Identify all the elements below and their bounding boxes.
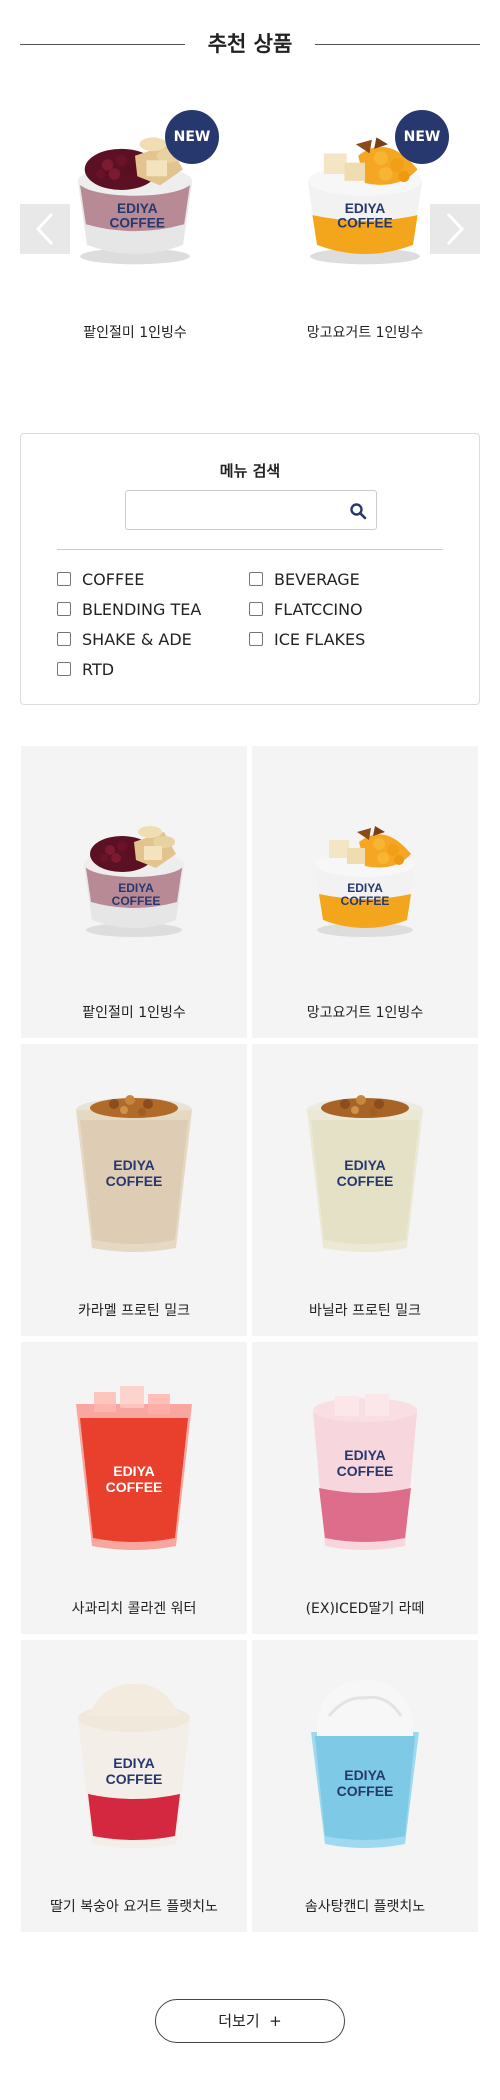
category-checkbox-blending-tea[interactable]: BLENDING TEA [57,599,201,619]
category-label: SHAKE & ADE [82,629,192,649]
category-label: FLATCCINO [274,599,363,619]
category-checkbox-rtd[interactable]: RTD [57,659,114,679]
search-input[interactable] [134,500,334,522]
category-label: BLENDING TEA [82,599,202,619]
chevron-right-icon [446,212,465,246]
category-checkbox-beverage[interactable]: BEVERAGE [249,569,360,589]
category-label: BEVERAGE [274,569,360,589]
more-button[interactable]: 더보기 + [155,1999,345,2043]
product-name: 망고요거트 1인빙수 [306,1005,424,1021]
category-label: RTD [82,659,115,679]
recommended-item[interactable]: NEW [285,110,449,270]
product-card[interactable]: (EX)ICED딸기 라떼 [252,1342,478,1634]
new-badge: NEW [395,110,449,164]
category-label: ICE FLAKES [274,629,366,649]
checkbox[interactable] [57,602,71,616]
category-checkbox-ice-flakes[interactable]: ICE FLAKES [249,629,365,649]
protein-milk-caramel-icon [64,1080,204,1260]
bingsu-redbean-icon [64,782,204,962]
product-name: 카라멜 프로틴 밀크 [78,1303,190,1319]
menu-search-title: 메뉴 검색 [219,462,281,480]
checkbox[interactable] [249,632,263,646]
collagen-water-icon [64,1378,204,1558]
product-name: 바닐라 프로틴 밀크 [309,1303,421,1319]
category-label: COFFEE [82,569,145,589]
cotton-candy-flatccino-icon [295,1676,435,1856]
bingsu-mango-icon [295,782,435,962]
section-header: 추천 상품 [20,26,480,62]
checkbox[interactable] [57,572,71,586]
recommended-item-name[interactable]: 망고요거트 1인빙수 [265,322,465,342]
product-card[interactable]: 팥인절미 1인빙수 [21,746,247,1038]
new-badge: NEW [165,110,219,164]
menu-search-panel: 메뉴 검색 COFFEE BEVERAGE BLENDING TEA FLATC… [20,433,480,705]
product-card[interactable]: 딸기 복숭아 요거트 플랫치노 [21,1640,247,1932]
search-field [125,490,377,530]
protein-milk-vanilla-icon [295,1080,435,1260]
strawberry-latte-icon [295,1378,435,1558]
chevron-left-icon [35,212,54,246]
category-checkbox-shake-ade[interactable]: SHAKE & ADE [57,629,192,649]
search-icon[interactable] [349,502,367,520]
product-card[interactable]: 카라멜 프로틴 밀크 [21,1044,247,1336]
product-name: 사과리치 콜라겐 워터 [71,1601,197,1617]
checkbox[interactable] [249,602,263,616]
product-card[interactable]: 망고요거트 1인빙수 [252,746,478,1038]
product-name: 솜사탕캔디 플랫치노 [304,1899,426,1915]
product-card[interactable]: 사과리치 콜라겐 워터 [21,1342,247,1634]
category-checkbox-flatccino[interactable]: FLATCCINO [249,599,363,619]
checkbox[interactable] [249,572,263,586]
recommended-item[interactable]: NEW [55,110,219,270]
header-line-right [315,44,480,45]
category-checkbox-coffee[interactable]: COFFEE [57,569,144,589]
product-name: 팥인절미 1인빙수 [82,1005,186,1021]
divider [57,549,443,550]
checkbox[interactable] [57,662,71,676]
product-name: 딸기 복숭아 요거트 플랫치노 [50,1899,218,1915]
checkbox[interactable] [57,632,71,646]
recommended-item-name[interactable]: 팥인절미 1인빙수 [35,322,235,342]
yogurt-flatccino-icon [64,1676,204,1856]
product-card[interactable]: 바닐라 프로틴 밀크 [252,1044,478,1336]
product-name: (EX)ICED딸기 라떼 [305,1601,425,1617]
product-card[interactable]: 솜사탕캔디 플랫치노 [252,1640,478,1932]
